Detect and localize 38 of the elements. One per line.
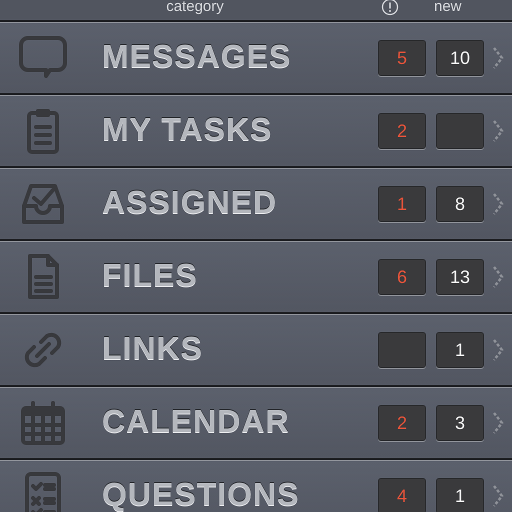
category-row[interactable]: MESSAGES 5 10 (0, 22, 512, 95)
column-header: new (434, 0, 462, 15)
alert-count: 4 (378, 478, 426, 512)
calendar-icon (18, 400, 68, 446)
new-count: 13 (436, 259, 484, 295)
category-row[interactable]: FILES 6 13 (0, 241, 512, 314)
chevron-icon (492, 338, 504, 362)
speech-bubble-icon (18, 35, 68, 81)
new-count: 1 (436, 332, 484, 368)
chevron-icon (492, 265, 504, 289)
new-count: 1 (436, 478, 484, 512)
alert-count (378, 332, 426, 368)
alert-count: 5 (378, 40, 426, 76)
chevron-icon (492, 46, 504, 70)
new-count: 10 (436, 40, 484, 76)
category-row[interactable]: ASSIGNED 1 8 (0, 168, 512, 241)
category-label: LINKS (102, 334, 204, 362)
chevron-icon (492, 119, 504, 143)
alert-count: 2 (378, 113, 426, 149)
category-row[interactable]: LINKS 1 (0, 314, 512, 387)
category-row[interactable]: QUESTIONS 4 1 (0, 460, 512, 512)
alert-count: 6 (378, 259, 426, 295)
alert-icon (381, 0, 399, 16)
alert-count: 2 (378, 405, 426, 441)
new-count: 3 (436, 405, 484, 441)
alert-count: 1 (378, 186, 426, 222)
category-label: FILES (102, 261, 199, 289)
chevron-icon (492, 411, 504, 435)
category-row[interactable]: CALENDAR 2 3 (0, 387, 512, 460)
category-label: MESSAGES (102, 42, 292, 70)
column-header: category (165, 0, 225, 15)
chevron-icon (492, 192, 504, 216)
new-count (436, 113, 484, 149)
chevron-icon (492, 484, 504, 508)
category-label: CALENDAR (102, 407, 291, 435)
new-count: 8 (436, 186, 484, 222)
category-label: MY TASKS (102, 115, 274, 143)
category-label: ASSIGNED (102, 188, 278, 216)
